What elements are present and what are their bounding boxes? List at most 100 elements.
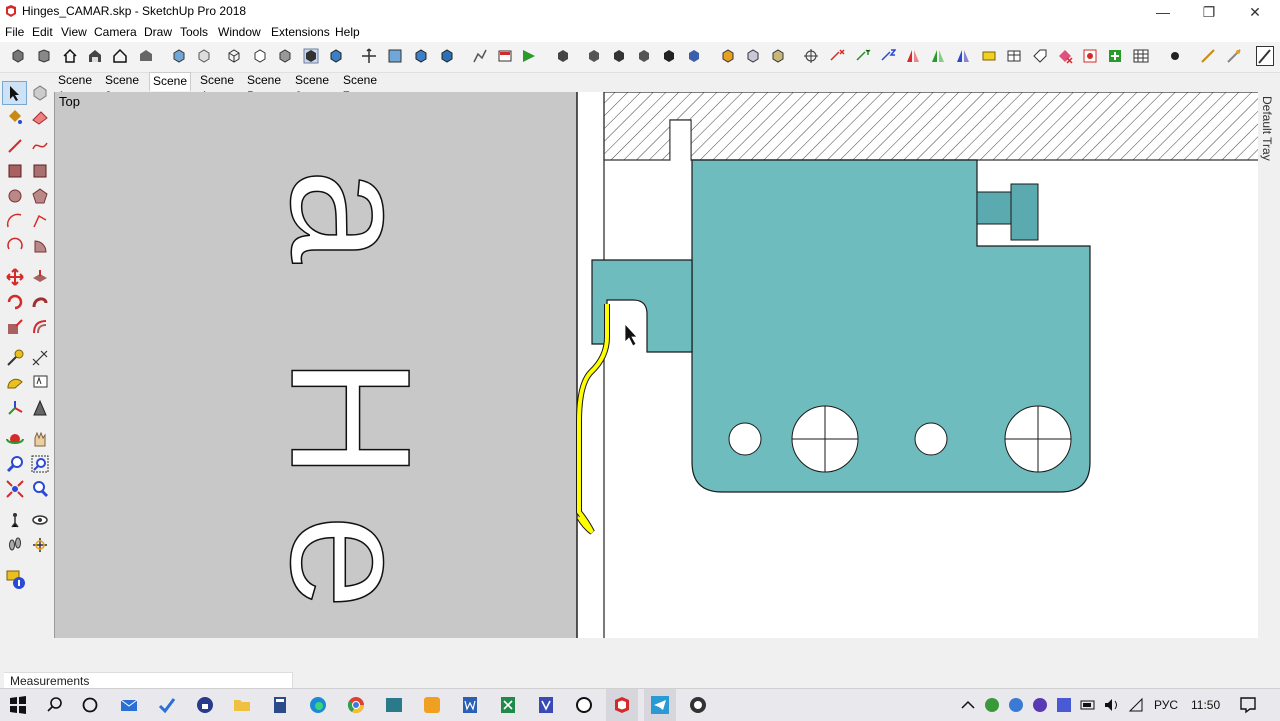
visio-icon[interactable] [536,695,556,715]
show-hidden-icons-icon[interactable] [958,695,978,715]
axes-tool-icon[interactable] [6,399,24,417]
menu-window[interactable]: Window [218,25,261,39]
chrome-icon[interactable] [346,695,366,715]
paint-bucket-icon[interactable] [6,108,24,126]
grid-tool-icon[interactable] [1133,48,1149,64]
select-tool-icon[interactable] [6,84,24,102]
scale-tool-icon[interactable] [6,318,24,336]
file-explorer-icon[interactable] [232,695,252,715]
clock[interactable]: 11:50 [1191,698,1220,712]
mail-icon[interactable] [119,695,139,715]
tab-scene-1[interactable]: Scene 1 [58,72,92,103]
mirror-green-icon[interactable] [930,48,946,64]
three-point-arc-tool-icon[interactable] [6,237,24,255]
cortana-icon[interactable] [80,695,100,715]
position-camera-tool-icon[interactable] [6,511,24,529]
wand-alt-icon[interactable] [1226,48,1242,64]
menu-tools[interactable]: Tools [180,25,208,39]
search-icon[interactable] [45,695,65,715]
menu-draw[interactable]: Draw [144,25,172,39]
backedges-style-icon[interactable] [196,48,212,64]
tray-app-3-icon[interactable] [1030,695,1050,715]
pie-tool-icon[interactable] [31,237,49,255]
app-icon-1[interactable] [384,695,404,715]
eraser-extension-icon[interactable] [1057,48,1073,64]
pencil-panel-icon[interactable] [1256,46,1274,66]
zoom-window-tool-icon[interactable] [31,455,49,473]
rectangle-tool-icon[interactable] [6,162,24,180]
tray-app-1-icon[interactable] [982,695,1002,715]
layer-tool-1-icon[interactable] [586,48,602,64]
layer-tool-2-icon[interactable] [611,48,627,64]
walk-tool-icon[interactable] [6,536,24,554]
measurements-box[interactable]: Measurements [4,672,293,689]
wireframe-style-icon[interactable] [226,48,242,64]
protractor-tool-icon[interactable] [6,374,24,392]
tab-scene-6[interactable]: Scene 6 [295,72,329,103]
axis-x-icon[interactable] [829,48,845,64]
axis-z-icon[interactable] [880,48,896,64]
animation-play-icon[interactable] [521,48,537,64]
move-tool-icon[interactable] [6,268,24,286]
display-section-planes-icon[interactable] [413,48,429,64]
vpn-icon[interactable] [195,695,215,715]
rotate-tool-icon[interactable] [6,293,24,311]
export-extension-icon[interactable] [1107,48,1123,64]
solid-union-icon[interactable] [720,48,736,64]
rotated-rectangle-tool-icon[interactable] [31,162,49,180]
scenes-manager-icon[interactable] [497,48,513,64]
battery-icon[interactable] [1078,695,1098,715]
3d-text-tool-icon[interactable] [31,399,49,417]
menu-extensions[interactable]: Extensions [271,25,330,39]
dot-tool-icon[interactable] [1167,48,1183,64]
right-view-icon[interactable] [112,48,128,64]
axis-y-icon[interactable] [855,48,871,64]
push-pull-tool-icon[interactable] [31,268,49,286]
mirror-red-icon[interactable] [905,48,921,64]
menu-edit[interactable]: Edit [32,25,53,39]
look-around-tool-icon[interactable] [31,511,49,529]
label-tool-icon[interactable] [981,48,997,64]
layer-tool-4-icon[interactable] [661,48,677,64]
box-tool-icon[interactable] [1006,48,1022,64]
tape-measure-tool-icon[interactable] [6,349,24,367]
make-component-tool-icon[interactable] [31,84,49,102]
tab-scene-3[interactable]: Scene 3 [149,72,192,104]
tab-scene-2[interactable]: Scene 2 [105,72,139,103]
line-tool-icon[interactable] [6,137,24,155]
whatsapp-icon[interactable] [574,695,594,715]
model-viewport[interactable]: a H e Top [54,92,1259,638]
tab-scene-5[interactable]: Scene 5 [247,72,281,103]
text-tool-icon[interactable] [31,374,49,392]
follow-me-icon[interactable] [472,48,488,64]
component-extension-icon[interactable] [1082,48,1098,64]
layer-tool-5-icon[interactable] [686,48,702,64]
back-view-icon[interactable] [138,48,154,64]
tab-scene-4[interactable]: Scene 4 [200,72,234,103]
language-indicator[interactable]: РУС [1154,698,1178,712]
front-view-icon[interactable] [87,48,103,64]
freehand-tool-icon[interactable] [31,137,49,155]
wand-icon[interactable] [1200,48,1216,64]
section-plane-icon[interactable] [387,48,403,64]
top-view-icon[interactable] [62,48,78,64]
eraser-tool-icon[interactable] [31,108,49,126]
solid-subtract-icon[interactable] [745,48,761,64]
edge-icon[interactable] [308,695,328,715]
solid-intersect-icon[interactable] [770,48,786,64]
circle-tool-icon[interactable] [6,187,24,205]
standard-views-icon[interactable] [10,48,26,64]
axes-gizmo-icon[interactable] [803,48,819,64]
tab-scene-7[interactable]: Scene 7 [343,72,377,103]
calculator-icon[interactable] [270,695,290,715]
tray-app-4-icon[interactable] [1054,695,1074,715]
wifi-icon[interactable] [1126,695,1146,715]
zoom-tool-icon[interactable] [6,455,24,473]
telegram-icon[interactable] [650,695,670,715]
arc-tool-icon[interactable] [6,212,24,230]
shaded-textures-style-icon[interactable] [303,48,319,64]
word-icon[interactable] [460,695,480,715]
iso-view-icon[interactable] [36,48,52,64]
menu-file[interactable]: File [5,25,24,39]
hidden-line-style-icon[interactable] [252,48,268,64]
